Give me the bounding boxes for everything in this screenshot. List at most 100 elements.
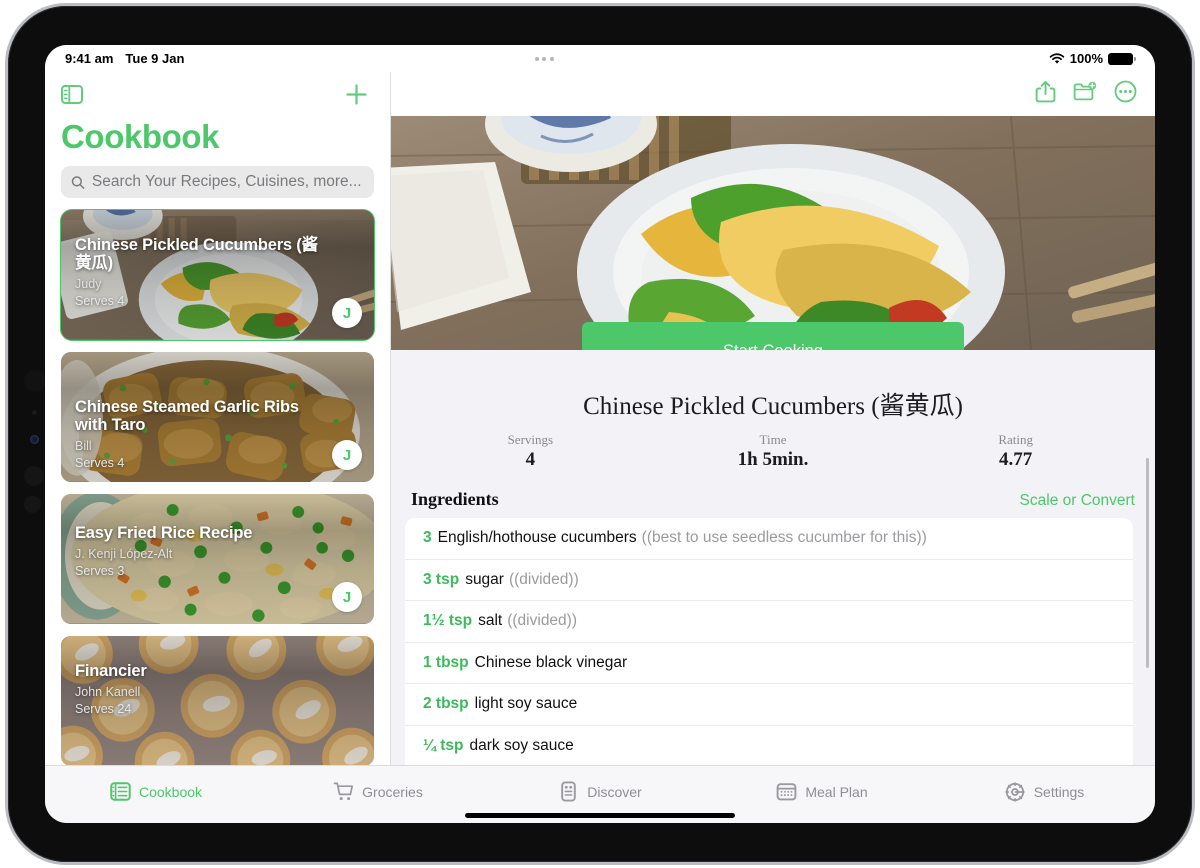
- sensor-pinhole: [32, 410, 37, 415]
- ingredient-note: ((divided)): [507, 612, 577, 630]
- recipe-detail-scroll[interactable]: Chinese Pickled Cucumbers (酱黄瓜) Servings…: [391, 350, 1155, 765]
- recipe-card-author: Judy: [75, 277, 102, 292]
- discover-icon: [561, 781, 577, 802]
- recipe-card-financier[interactable]: Financier John Kanell Serves 24: [61, 636, 374, 765]
- recipe-card-author: Bill: [75, 439, 92, 454]
- card-text: Chinese Steamed Garlic Ribs with Taro Bi…: [75, 398, 334, 470]
- cart-icon: [333, 782, 354, 801]
- ingredient-quantity: 3 tsp: [423, 570, 460, 588]
- status-bar-right: 100%: [1049, 51, 1137, 66]
- recipe-title: Chinese Pickled Cucumbers (酱黄瓜): [583, 393, 963, 420]
- tablet-screen: 9:41 am Tue 9 Jan 100% Cookbook Search Y…: [45, 45, 1155, 823]
- search-input[interactable]: [91, 173, 364, 191]
- search-icon: [71, 175, 85, 189]
- recipe-stats: Servings 4 Time 1h 5min. Rating 4.77: [391, 432, 1155, 471]
- multitasking-dots-icon[interactable]: [534, 56, 554, 61]
- tab-label: Discover: [587, 783, 642, 800]
- status-bar: 9:41 am Tue 9 Jan 100%: [45, 45, 1155, 72]
- status-bar-left: 9:41 am Tue 9 Jan: [65, 51, 184, 66]
- stat-value: 1h 5min.: [737, 449, 809, 470]
- ingredients-list: 3 English/hothouse cucumbers ((best to u…: [405, 518, 1133, 765]
- cookbook-icon: [110, 782, 131, 801]
- battery-icon: [1108, 52, 1137, 65]
- ingredient-row[interactable]: 1 tbsp Chinese black vinegar: [405, 643, 1133, 684]
- page-title: Cookbook: [61, 118, 220, 155]
- tab-label: Cookbook: [138, 783, 203, 800]
- ingredient-name: English/hothouse cucumbers: [437, 529, 637, 547]
- plus-icon[interactable]: [345, 83, 368, 106]
- card-text: Easy Fried Rice Recipe J. Kenji López-Al…: [75, 524, 318, 578]
- stat-rating: Rating 4.77: [894, 432, 1137, 471]
- ingredients-header: Ingredients Scale or Convert: [391, 471, 1155, 518]
- recipe-card-author: John Kanell: [75, 685, 141, 700]
- ingredient-row[interactable]: 3 tsp sugar ((divided)): [405, 560, 1133, 601]
- ingredient-row[interactable]: ¼ tsp dark soy sauce: [405, 726, 1133, 766]
- tab-cookbook[interactable]: Cookbook: [45, 781, 267, 802]
- more-circle-icon[interactable]: [1114, 80, 1137, 108]
- search-field[interactable]: [61, 166, 374, 198]
- scale-or-convert-link[interactable]: Scale or Convert: [1020, 492, 1135, 510]
- battery-percent: 100%: [1069, 51, 1103, 66]
- search-container: [45, 156, 390, 206]
- stat-label: Servings: [507, 432, 554, 447]
- avatar: J: [332, 440, 362, 470]
- tab-discover[interactable]: Discover: [489, 781, 711, 802]
- ingredient-quantity: 2 tbsp: [423, 695, 469, 713]
- ingredient-row[interactable]: 2 tbsp light soy sauce: [405, 684, 1133, 726]
- recipe-card-title: Chinese Steamed Garlic Ribs with Taro: [75, 398, 299, 435]
- recipe-card-serves: Serves 4: [75, 456, 125, 471]
- start-cooking-button[interactable]: Start Cooking: [582, 322, 964, 350]
- scrollbar[interactable]: [1146, 458, 1149, 668]
- tab-bar: Cookbook Groceries Discover Meal Plan Se…: [45, 765, 1155, 823]
- ingredient-row[interactable]: 3 English/hothouse cucumbers ((best to u…: [405, 518, 1133, 560]
- ingredient-name: dark soy sauce: [469, 736, 574, 754]
- recipe-card-chinese-steamed-garlic-ribs[interactable]: Chinese Steamed Garlic Ribs with Taro Bi…: [61, 352, 374, 482]
- card-text: Financier John Kanell Serves 24: [75, 662, 318, 716]
- hero-photo: [391, 116, 1155, 350]
- avatar: J: [332, 582, 362, 612]
- card-text: Chinese Pickled Cucumbers (酱黄瓜) Judy Ser…: [75, 236, 318, 308]
- stat-servings: Servings 4: [409, 432, 652, 471]
- recipe-card-serves: Serves 4: [75, 294, 125, 309]
- stat-label: Time: [759, 432, 787, 447]
- detail-toolbar: [391, 72, 1155, 116]
- split-view: Cookbook Search Your Recipes, Cuisines, …: [45, 72, 1155, 765]
- wifi-icon: [1049, 52, 1064, 64]
- indicator-led: [30, 435, 39, 444]
- ingredient-name: light soy sauce: [474, 695, 578, 713]
- ingredient-quantity: ¼ tsp: [423, 736, 464, 754]
- sensor-dot-3: [24, 496, 41, 513]
- tab-label: Groceries: [362, 783, 423, 800]
- recipe-card-chinese-pickled-cucumbers[interactable]: Chinese Pickled Cucumbers (酱黄瓜) Judy Ser…: [60, 209, 375, 341]
- ingredient-name: salt: [478, 612, 503, 630]
- recipe-card-title: Chinese Pickled Cucumbers (酱黄瓜): [75, 236, 318, 273]
- stat-label: Rating: [998, 432, 1034, 447]
- avatar: J: [332, 298, 362, 328]
- home-indicator: [465, 813, 735, 818]
- stat-value: 4: [525, 449, 536, 470]
- recipe-hero-image: Start Cooking: [391, 116, 1155, 350]
- ingredients-title: Ingredients: [411, 489, 499, 509]
- tab-meal-plan[interactable]: Meal Plan: [711, 781, 933, 802]
- status-time: 9:41 am: [65, 51, 114, 66]
- status-bar-center: [184, 56, 1048, 61]
- share-icon[interactable]: [1035, 80, 1056, 108]
- sidebar-toggle-icon[interactable]: [61, 84, 83, 104]
- calendar-icon: [777, 783, 797, 801]
- recipe-card-title: Financier: [75, 662, 147, 680]
- ingredient-name: sugar: [465, 570, 504, 588]
- tab-settings[interactable]: Settings: [933, 781, 1155, 803]
- recipe-card-easy-fried-rice[interactable]: Easy Fried Rice Recipe J. Kenji López-Al…: [61, 494, 374, 624]
- folder-add-icon[interactable]: [1073, 81, 1097, 107]
- ingredient-row[interactable]: 1½ tsp salt ((divided)): [405, 601, 1133, 643]
- sensor-dot-2: [24, 466, 44, 486]
- sidebar-toolbar: [45, 72, 390, 116]
- ingredient-name: Chinese black vinegar: [474, 653, 628, 671]
- tab-groceries[interactable]: Groceries: [267, 781, 489, 802]
- sidebar: Cookbook Search Your Recipes, Cuisines, …: [45, 72, 391, 765]
- stat-value: 4.77: [999, 449, 1033, 470]
- recipe-list[interactable]: Chinese Pickled Cucumbers (酱黄瓜) Judy Ser…: [45, 206, 390, 765]
- status-date: Tue 9 Jan: [125, 51, 185, 66]
- recipe-card-title: Easy Fried Rice Recipe: [75, 524, 253, 542]
- ingredient-quantity: 1½ tsp: [423, 612, 473, 630]
